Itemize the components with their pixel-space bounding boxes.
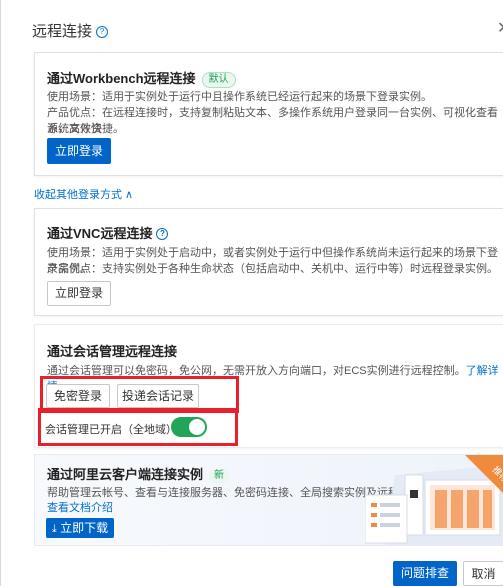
client-title: 通过阿里云客户端连接实例新	[47, 464, 230, 483]
dialog-title: 远程连接?	[32, 20, 109, 41]
remote-connect-dialog: 远程连接? ✕ 通过Workbench远程连接默认 使用场景：适用于实例处于运行…	[0, 0, 503, 586]
vnc-title: 通过VNC远程连接?	[47, 223, 169, 242]
help-circle-icon[interactable]: ?	[96, 26, 109, 38]
workbench-login-button[interactable]: 立即登录	[47, 138, 111, 164]
new-badge: 新	[209, 469, 230, 483]
cancel-button[interactable]: 取消	[463, 561, 503, 586]
download-button[interactable]: ⤓ 立即下载	[46, 518, 114, 538]
download-icon: ⤓	[51, 523, 57, 535]
docs-link[interactable]: 查看文档介绍	[47, 500, 113, 516]
workbench-advantages-line2: 源，高效快捷。	[47, 123, 124, 135]
vnc-help-icon[interactable]: ?	[156, 228, 169, 240]
troubleshoot-button[interactable]: 问题排查	[393, 561, 457, 586]
close-icon[interactable]: ✕	[497, 18, 503, 38]
vnc-login-button[interactable]: 立即登录	[47, 281, 111, 306]
vnc-advantages: 产品优点：支持实例处于各种生命状态（包括启动中、关机中、运行中等）时远程登录实例…	[47, 263, 498, 275]
client-promo-card: 通过阿里云客户端连接实例新 帮助管理云帐号、查看与连接服务器、免密码连接、全局搜…	[34, 454, 503, 546]
workbench-usage: 使用场景：适用于实例处于运行中且操作系统已经运行起来的场景下登录实例。	[47, 91, 432, 103]
highlight-box-toggle	[38, 408, 238, 446]
dialog-title-text: 远程连接	[32, 23, 93, 40]
workbench-title-text: 通过Workbench远程连接	[47, 71, 196, 86]
session-title: 通过会话管理远程连接	[47, 344, 178, 359]
download-button-label: 立即下载	[60, 521, 109, 535]
workbench-title: 通过Workbench远程连接 默认	[47, 68, 236, 88]
vnc-title-text: 通过VNC远程连接	[47, 226, 153, 241]
collapse-other-methods-link[interactable]: 收起其他登录方式 ∧	[34, 186, 133, 202]
default-badge: 默认	[201, 72, 236, 88]
workbench-card: 通过Workbench远程连接 默认 使用场景：适用于实例处于运行中且操作系统已经…	[34, 52, 503, 176]
client-illustration: 推荐	[365, 455, 503, 545]
client-title-text: 通过阿里云客户端连接实例	[47, 467, 204, 482]
vnc-card: 通过VNC远程连接? 使用场景：适用于实例处于启动中，或者实例处于运行中但操作系…	[34, 208, 503, 316]
